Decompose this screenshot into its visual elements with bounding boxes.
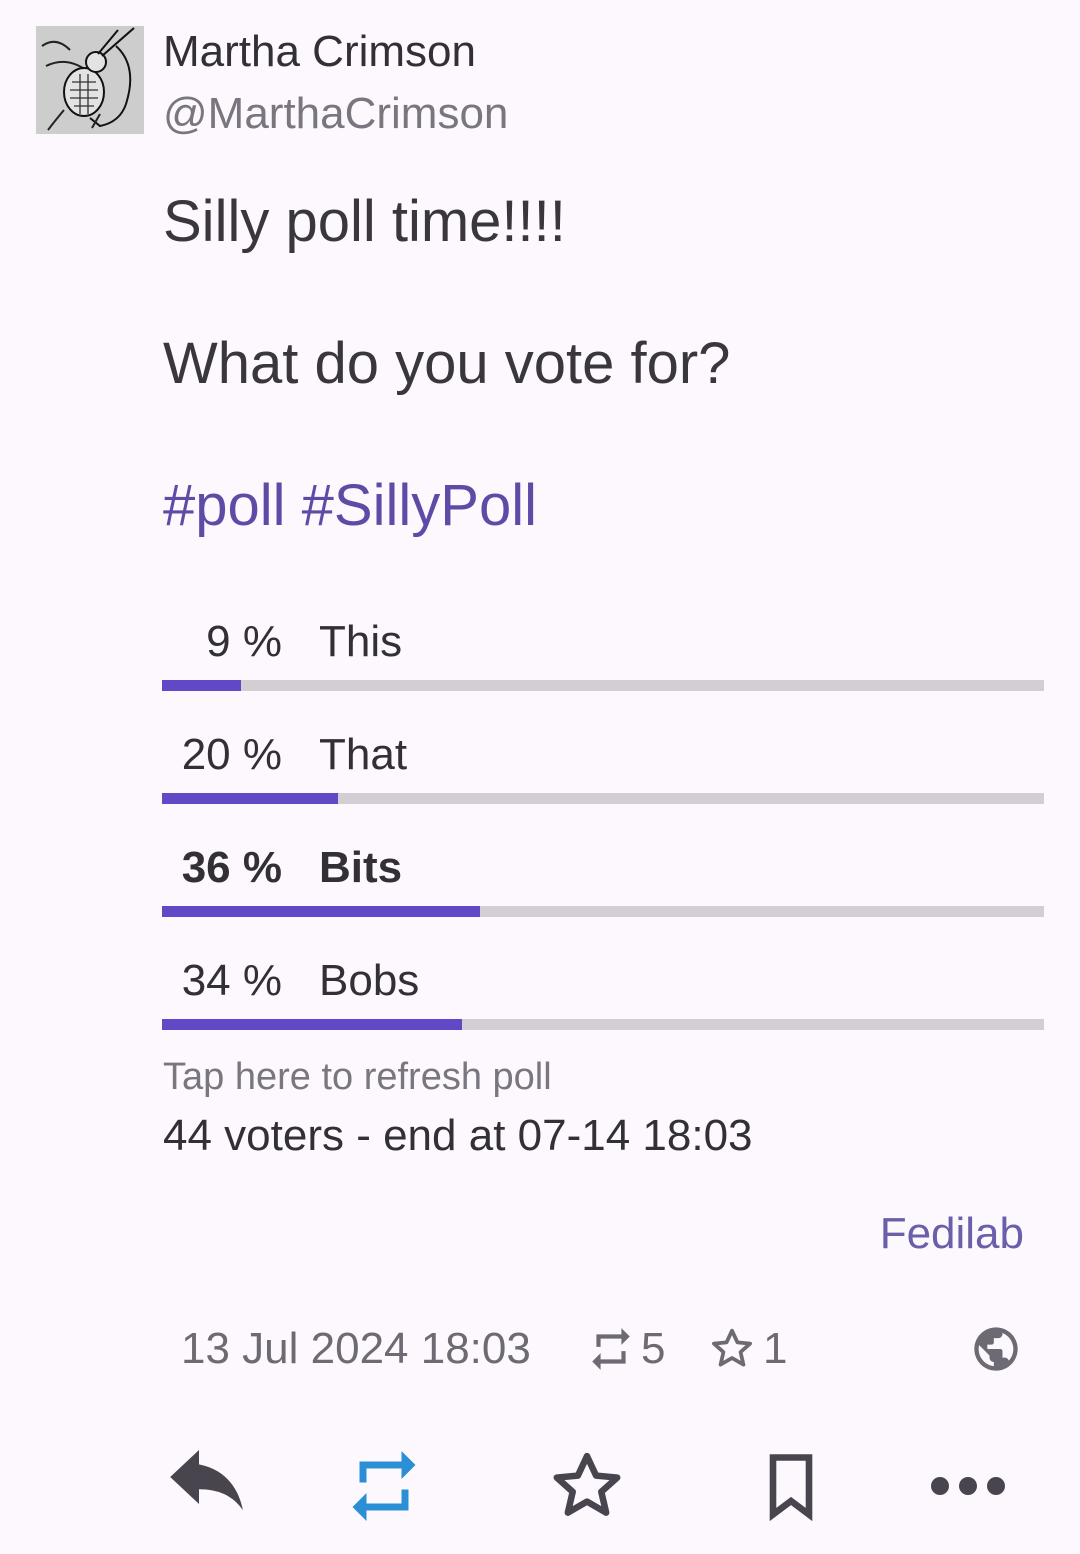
post-text-line2: What do you vote for? <box>163 331 731 396</box>
favourite-count-icon <box>712 1328 752 1367</box>
hashtag-link[interactable]: #poll <box>163 473 286 538</box>
boost-icon <box>352 1451 416 1521</box>
poll-option-track <box>162 906 1044 917</box>
poll-option-percent: 20 % <box>181 730 282 779</box>
poll-option-track <box>162 680 1044 691</box>
globe-icon <box>974 1327 1018 1371</box>
poll-option-fill <box>162 680 242 691</box>
reply-icon <box>170 1450 243 1511</box>
author-handle[interactable]: @MarthaCrimson <box>163 88 508 140</box>
boost-count-icon <box>592 1328 630 1370</box>
favourite-count: 1 <box>763 1324 788 1373</box>
poll-option-track <box>162 1019 1044 1030</box>
post-hashtags: #poll #SillyPoll <box>163 473 537 539</box>
favourite-icon <box>553 1452 621 1516</box>
app-name-link[interactable]: Fedilab <box>880 1208 1024 1260</box>
poll-option-label: Bobs <box>319 956 420 1005</box>
poll-option-fill <box>162 906 480 917</box>
avatar-drawing <box>36 26 144 134</box>
boost-count: 5 <box>641 1324 666 1373</box>
bookmark-icon <box>769 1454 813 1522</box>
poll-option: 34 % Bobs <box>162 951 1044 1031</box>
poll-option-fill <box>162 1019 462 1030</box>
refresh-poll-link[interactable]: Tap here to refresh poll <box>163 1054 552 1100</box>
poll-option-label: That <box>319 730 408 779</box>
more-options-button[interactable] <box>923 1446 1013 1526</box>
poll-option-fill <box>162 793 339 804</box>
poll-option-percent: 9 % <box>206 617 282 666</box>
poll-option: 20 % That <box>162 725 1044 805</box>
poll-option-percent: 34 % <box>181 956 282 1005</box>
avatar[interactable] <box>36 26 144 134</box>
boost-button[interactable] <box>339 1446 429 1526</box>
poll-option-label: This <box>319 617 403 666</box>
post-date[interactable]: 13 Jul 2024 18:03 <box>181 1323 531 1375</box>
reply-button[interactable] <box>163 1446 253 1526</box>
author-display-name[interactable]: Martha Crimson <box>163 26 476 78</box>
poll-option-label: Bits <box>319 843 403 892</box>
favourite-button[interactable] <box>542 1446 632 1526</box>
bookmark-button[interactable] <box>746 1446 836 1526</box>
poll-option-percent: 36 % <box>181 843 282 892</box>
post-text-line1: Silly poll time!!!! <box>163 189 566 254</box>
hashtag-link[interactable]: #SillyPoll <box>302 473 537 538</box>
poll-voters-meta: 44 voters - end at 07-14 18:03 <box>163 1111 753 1160</box>
poll-option-track <box>162 793 1044 804</box>
poll-option-leading: 36 % Bits <box>162 838 1044 918</box>
more-icon <box>931 1477 1005 1495</box>
poll-option: 9 % This <box>162 612 1044 692</box>
